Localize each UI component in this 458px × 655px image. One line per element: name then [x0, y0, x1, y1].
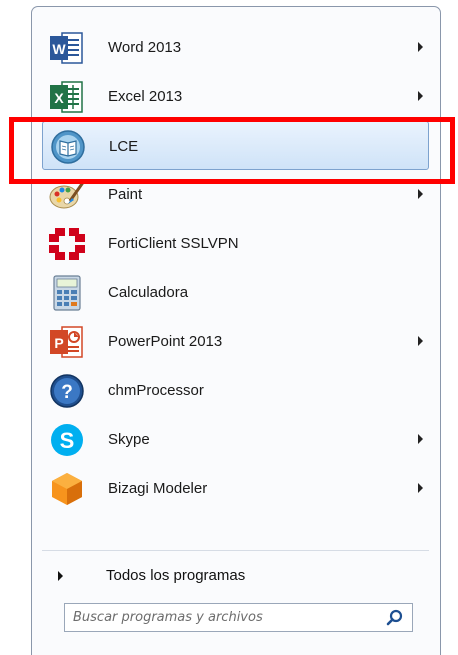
all-programs-button[interactable]: Todos los programas	[42, 556, 429, 596]
program-item-powerpoint[interactable]: P PowerPoint 2013	[42, 317, 429, 366]
svg-text:X: X	[54, 90, 64, 106]
svg-text:?: ?	[61, 382, 73, 403]
program-item-skype[interactable]: S Skype	[42, 415, 429, 464]
program-label: PowerPoint 2013	[108, 333, 223, 350]
program-item-word[interactable]: W Word 2013	[42, 23, 429, 72]
program-label: chmProcessor	[108, 382, 204, 399]
svg-text:S: S	[60, 428, 75, 453]
program-label: Skype	[108, 431, 150, 448]
bizagi-icon	[48, 471, 86, 507]
calculator-icon	[48, 275, 86, 311]
all-programs-label: Todos los programas	[106, 567, 246, 584]
svg-text:P: P	[54, 335, 63, 351]
program-item-calculator[interactable]: Calculadora	[42, 268, 429, 317]
program-item-excel[interactable]: X Excel 2013	[42, 72, 429, 121]
submenu-arrow-icon	[418, 42, 423, 52]
paint-icon	[48, 177, 86, 213]
menu-separator	[42, 550, 429, 551]
submenu-arrow-icon	[418, 434, 423, 444]
program-label: Calculadora	[108, 284, 189, 301]
help-icon: ?	[48, 373, 86, 409]
excel-icon: X	[48, 79, 86, 115]
program-label: Word 2013	[108, 39, 182, 56]
program-item-forticlient[interactable]: FortiClient SSLVPN	[42, 219, 429, 268]
submenu-arrow-icon	[418, 91, 423, 101]
submenu-arrow-icon	[418, 189, 423, 199]
program-label: FortiClient SSLVPN	[108, 235, 239, 252]
program-item-chmprocessor[interactable]: ? chmProcessor	[42, 366, 429, 415]
start-menu: W Word 2013 X Excel 2013 LCE Paint Forti…	[31, 6, 441, 655]
powerpoint-icon: P	[48, 324, 86, 360]
svg-text:W: W	[52, 41, 66, 57]
expand-arrow-icon	[58, 571, 63, 581]
submenu-arrow-icon	[418, 336, 423, 346]
program-item-paint[interactable]: Paint	[42, 170, 429, 219]
word-icon: W	[48, 30, 86, 66]
program-label: LCE	[109, 138, 139, 155]
forticlient-icon	[48, 226, 86, 262]
lce-icon	[49, 129, 87, 165]
search-box	[64, 603, 413, 632]
program-label: Excel 2013	[108, 88, 183, 105]
program-item-lce[interactable]: LCE	[42, 121, 429, 170]
skype-icon: S	[48, 422, 86, 458]
program-list: W Word 2013 X Excel 2013 LCE Paint Forti…	[42, 23, 429, 513]
search-icon[interactable]	[386, 609, 404, 627]
submenu-arrow-icon	[418, 483, 423, 493]
program-label: Paint	[108, 186, 143, 203]
program-label: Bizagi Modeler	[108, 480, 208, 497]
program-item-bizagi[interactable]: Bizagi Modeler	[42, 464, 429, 513]
search-input[interactable]	[73, 607, 373, 628]
